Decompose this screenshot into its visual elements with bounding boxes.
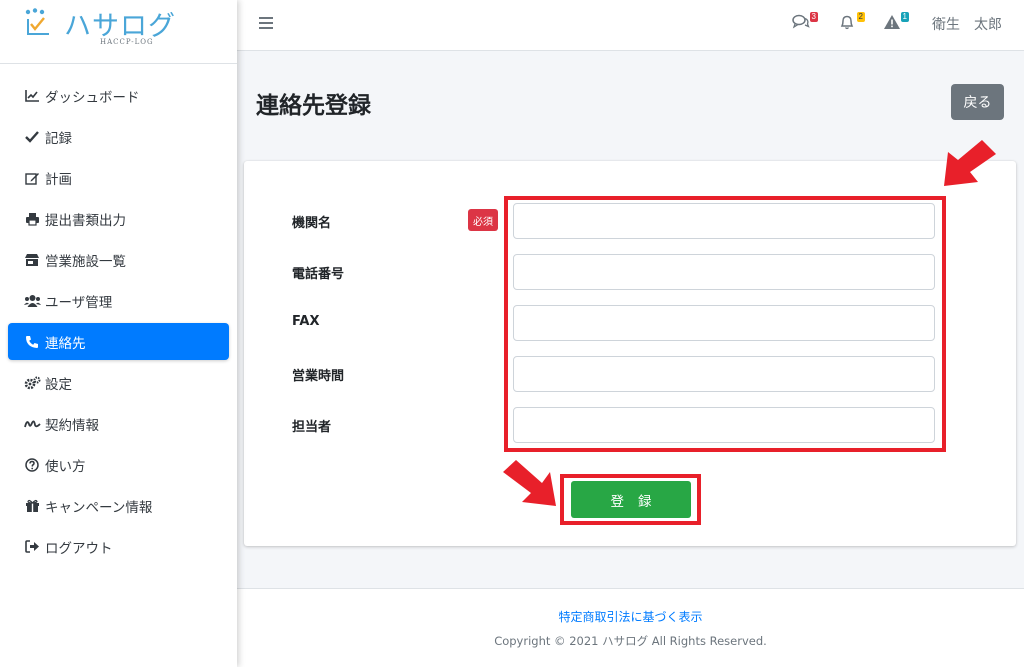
sidebar-item-label: 提出書類出力 bbox=[45, 212, 126, 229]
phone-label: 電話番号 bbox=[292, 267, 345, 282]
sidebar-item-label: 契約情報 bbox=[45, 417, 99, 434]
user-menu[interactable]: 衛生 太郎 bbox=[932, 14, 1002, 34]
required-badge: 必須 bbox=[468, 209, 498, 231]
form-row-hours: 営業時間 bbox=[244, 356, 1016, 392]
notifications-badge: 2 bbox=[856, 12, 865, 22]
sidebar-item-campaign[interactable]: キャンペーン情報 bbox=[8, 487, 229, 524]
fax-input[interactable] bbox=[513, 305, 935, 341]
alerts-badge: 1 bbox=[900, 12, 909, 22]
business-hours-label: 営業時間 bbox=[292, 369, 345, 384]
sidebar-item-logout[interactable]: ログアウト bbox=[8, 528, 229, 565]
register-button[interactable]: 登録 bbox=[571, 481, 691, 518]
edit-icon bbox=[23, 169, 41, 187]
legal-notice-link[interactable]: 特定商取引法に基づく表示 bbox=[237, 608, 1024, 625]
sidebar-item-settings[interactable]: 設定 bbox=[8, 364, 229, 401]
sidebar-item-label: 連絡先 bbox=[45, 335, 86, 352]
users-icon bbox=[23, 292, 41, 310]
form-row-agency: 機関名 bbox=[244, 203, 1016, 239]
question-icon bbox=[23, 456, 41, 474]
sidebar-item-help[interactable]: 使い方 bbox=[8, 446, 229, 483]
signature-icon bbox=[23, 415, 41, 433]
comments-icon bbox=[792, 14, 810, 29]
sidebar-item-plan[interactable]: 計画 bbox=[8, 159, 229, 196]
brand-logo-icon bbox=[25, 8, 49, 35]
store-icon bbox=[23, 251, 41, 269]
sidebar-item-label: キャンペーン情報 bbox=[45, 499, 153, 516]
sign-out-icon bbox=[23, 538, 41, 556]
person-in-charge-label: 担当者 bbox=[292, 420, 332, 435]
sidebar-item-label: 営業施設一覧 bbox=[45, 253, 126, 270]
sidebar-item-records[interactable]: 記録 bbox=[8, 118, 229, 155]
sidebar-item-users[interactable]: ユーザ管理 bbox=[8, 282, 229, 319]
sidebar-item-label: ユーザ管理 bbox=[45, 294, 113, 311]
sidebar-item-documents[interactable]: 提出書類出力 bbox=[8, 200, 229, 237]
person-in-charge-input[interactable] bbox=[513, 407, 935, 443]
sidebar-nav: ダッシュボード 記録 計画 提出書類出力 営業施設一覧 ユーザ管理 連絡先 設定… bbox=[0, 64, 237, 565]
check-icon bbox=[23, 128, 41, 146]
phone-input[interactable] bbox=[513, 254, 935, 290]
brand[interactable]: ハサログ HACCP-LOG bbox=[0, 0, 237, 64]
sidebar-item-label: 記録 bbox=[45, 130, 72, 147]
sidebar-item-label: 使い方 bbox=[45, 458, 86, 475]
sidebar-item-label: 計画 bbox=[45, 171, 72, 188]
top-header: 3 2 1 衛生 太郎 bbox=[237, 0, 1024, 51]
warning-icon bbox=[884, 15, 900, 29]
arrow-down-left-icon bbox=[944, 140, 996, 186]
notifications-button[interactable]: 2 bbox=[839, 12, 865, 34]
sidebar-item-label: ログアウト bbox=[45, 540, 113, 557]
alerts-button[interactable]: 1 bbox=[883, 12, 909, 34]
sidebar-item-label: ダッシュボード bbox=[45, 89, 140, 106]
sidebar-item-contacts[interactable]: 連絡先 bbox=[8, 323, 229, 360]
business-hours-input[interactable] bbox=[513, 356, 935, 392]
gift-icon bbox=[23, 497, 41, 515]
form-row-fax: FAX bbox=[244, 305, 1016, 341]
chart-line-icon bbox=[23, 87, 41, 105]
messages-button[interactable]: 3 bbox=[792, 12, 818, 34]
back-button[interactable]: 戻る bbox=[951, 84, 1004, 120]
sidebar-item-dashboard[interactable]: ダッシュボード bbox=[8, 77, 229, 114]
fax-label: FAX bbox=[292, 314, 320, 329]
sidebar: ハサログ HACCP-LOG ダッシュボード 記録 計画 提出書類出力 営業施設… bbox=[0, 0, 237, 667]
cogs-icon bbox=[23, 374, 41, 392]
page-title: 連絡先登録 bbox=[256, 93, 371, 119]
agency-name-input[interactable] bbox=[513, 203, 935, 239]
sidebar-item-facilities[interactable]: 営業施設一覧 bbox=[8, 241, 229, 278]
form-row-phone: 電話番号 bbox=[244, 254, 1016, 290]
brand-subtitle: HACCP-LOG bbox=[100, 38, 154, 46]
form-row-person: 担当者 bbox=[244, 407, 1016, 443]
sidebar-item-contract[interactable]: 契約情報 bbox=[8, 405, 229, 442]
phone-icon bbox=[23, 333, 41, 351]
messages-badge: 3 bbox=[809, 12, 818, 22]
bell-icon bbox=[840, 15, 854, 30]
footer: 特定商取引法に基づく表示 Copyright © 2021 ハサログ All R… bbox=[237, 588, 1024, 667]
print-icon bbox=[23, 210, 41, 228]
arrow-down-right-icon bbox=[503, 460, 556, 506]
menu-toggle-icon[interactable] bbox=[259, 16, 273, 30]
copyright-text: Copyright © 2021 ハサログ All Rights Reserve… bbox=[494, 634, 767, 648]
sidebar-item-label: 設定 bbox=[45, 376, 72, 393]
agency-name-label: 機関名 bbox=[292, 216, 332, 231]
